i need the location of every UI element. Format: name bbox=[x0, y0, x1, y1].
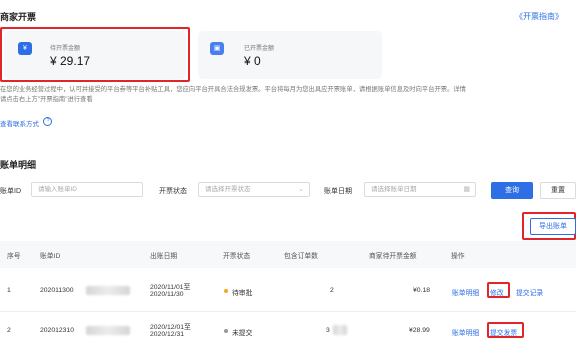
issued-amount-card: ▣ 已开票金额 ¥ 0 bbox=[198, 31, 382, 79]
issued-amount-value: ¥ 0 bbox=[244, 54, 261, 68]
status-select-placeholder: 请选择开票状态 bbox=[205, 186, 251, 193]
row-bill-id: 202011300 bbox=[40, 287, 74, 294]
calendar-icon: ▦ bbox=[463, 186, 470, 193]
column-header-index: 序号 bbox=[7, 253, 21, 260]
chevron-down-icon: ⌄ bbox=[298, 186, 304, 193]
status-dot-icon bbox=[224, 289, 228, 293]
column-header-status: 开票状态 bbox=[223, 253, 251, 260]
column-header-actions: 操作 bbox=[451, 253, 465, 260]
row-amount: ¥28.99 bbox=[409, 327, 430, 334]
contact-link-label: 查看联系方式 bbox=[0, 121, 39, 128]
question-icon: ? bbox=[43, 117, 53, 127]
notice-line-1: 在您的业务经营过程中，认可并接受的平台券等平台补贴工具，您应向平台开具合法合规发… bbox=[0, 86, 466, 93]
pending-highlight-box bbox=[0, 27, 190, 82]
bill-id-input[interactable]: 请输入账单ID bbox=[31, 182, 143, 197]
bill-id-redaction bbox=[86, 286, 130, 295]
issued-amount-label: 已开票金额 bbox=[244, 46, 275, 52]
query-button[interactable]: 查询 bbox=[491, 182, 533, 199]
submit-invoice-link[interactable]: 提交发票 bbox=[490, 327, 517, 337]
orders-redaction bbox=[333, 325, 347, 335]
column-header-bill-id: 账单ID bbox=[40, 253, 61, 260]
row-index: 1 bbox=[7, 287, 11, 294]
bill-id-redaction bbox=[86, 326, 130, 335]
bill-detail-link[interactable]: 账单明细 bbox=[452, 327, 479, 337]
contact-link[interactable]: 查看联系方式 ? bbox=[0, 113, 53, 131]
row-bill-id: 202012310 bbox=[40, 327, 75, 334]
row-status: 未提交 bbox=[232, 330, 253, 337]
merchant-invoice-title: 商家开票 bbox=[0, 12, 37, 22]
date-picker[interactable]: 请选择账单日期 ▦ bbox=[364, 182, 476, 197]
row-index: 2 bbox=[7, 327, 11, 334]
row-amount: ¥0.18 bbox=[413, 287, 431, 294]
reset-button[interactable]: 重置 bbox=[540, 182, 576, 199]
date-picker-placeholder: 请选择账单日期 bbox=[371, 186, 417, 193]
row-date-end: 2020/12/31 bbox=[150, 331, 185, 338]
column-header-orders: 包含订单数 bbox=[284, 253, 318, 260]
modify-link[interactable]: 修改 bbox=[490, 287, 504, 297]
export-button[interactable]: 导出账单 bbox=[530, 218, 576, 235]
row-orders: 3 bbox=[326, 327, 330, 334]
status-dot-icon bbox=[224, 329, 228, 333]
row-date-start: 2020/11/01至 bbox=[150, 284, 191, 291]
row-status: 待审批 bbox=[232, 290, 253, 297]
invoice-guide-link[interactable]: 《开票指南》 bbox=[515, 11, 563, 22]
date-label: 账单日期 bbox=[324, 188, 352, 195]
column-header-amount: 商家待开票金额 bbox=[369, 253, 417, 260]
notice-line-2: 请点击右上方"开票指南"进行查看 bbox=[0, 96, 93, 103]
row-date-end: 2020/11/30 bbox=[150, 291, 184, 298]
status-select[interactable]: 请选择开票状态 ⌄ bbox=[198, 182, 310, 197]
bill-detail-link[interactable]: 账单明细 bbox=[452, 287, 479, 297]
submission-record-link[interactable]: 提交记录 bbox=[516, 287, 543, 297]
invoice-icon: ▣ bbox=[210, 42, 224, 55]
row-date-start: 2020/12/01至 bbox=[150, 324, 191, 331]
status-label: 开票状态 bbox=[159, 188, 187, 195]
bill-detail-title: 账单明细 bbox=[0, 160, 37, 170]
row-orders: 2 bbox=[330, 287, 334, 294]
bill-id-label: 账单ID bbox=[0, 188, 21, 195]
column-header-date: 出账日期 bbox=[150, 253, 178, 260]
